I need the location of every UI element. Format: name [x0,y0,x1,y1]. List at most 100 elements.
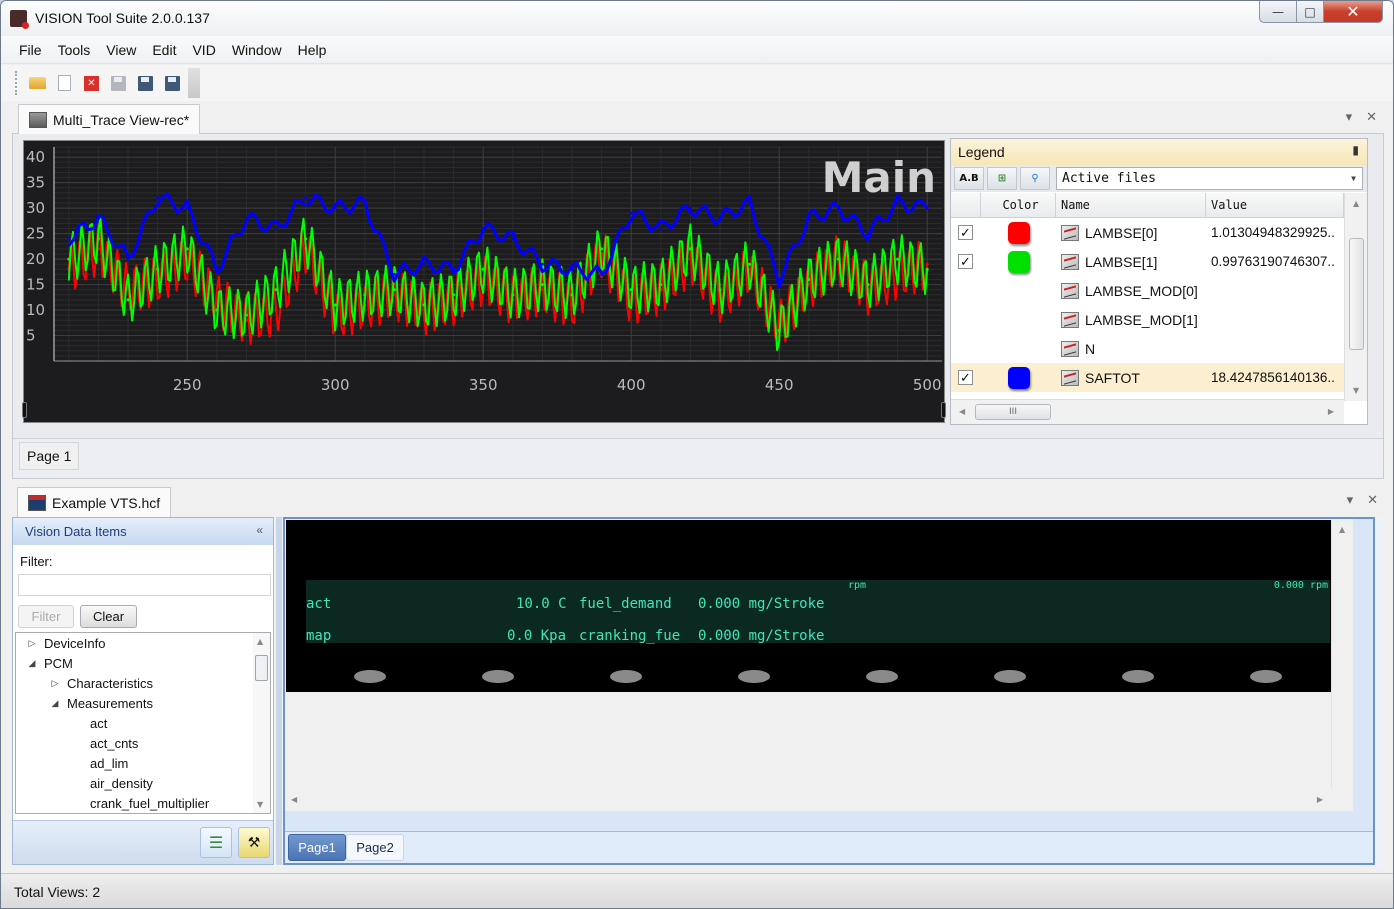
legend-vertical-scrollbar[interactable]: ▲ ▼ [1344,193,1367,401]
vts-soft-button[interactable] [866,670,898,683]
scroll-left-icon[interactable]: ◀ [291,795,297,804]
tree-node[interactable]: crank_fuel_multiplier [16,793,270,813]
tree-node[interactable]: act_cnts [16,733,270,753]
tab-page1[interactable]: Page1 [288,834,346,861]
tree-node[interactable]: ▷ Characteristics [16,673,270,693]
collapse-icon[interactable]: ◢ [47,698,63,709]
scroll-down-icon[interactable]: ▼ [1353,386,1359,395]
legend-row[interactable]: ✓ LAMBSE[1] 0.99763190746307.. [951,247,1344,276]
save-button[interactable] [105,71,132,95]
tab-example-vts[interactable]: Example VTS.hcf [17,487,172,517]
hscroll-thumb[interactable]: III [975,404,1051,420]
menu-window[interactable]: Window [224,42,290,58]
title-bar: VISION Tool Suite 2.0.0.137 — □ ✕ [1,1,1393,35]
menu-edit[interactable]: Edit [144,42,184,58]
tab-page2[interactable]: Page2 [346,834,404,861]
col-value[interactable]: Value [1206,193,1344,217]
menu-tools[interactable]: Tools [50,42,99,58]
data-point [244,216,248,220]
scroll-right-icon[interactable]: ▶ [1328,407,1334,416]
color-swatch[interactable] [1007,221,1030,244]
scroll-up-icon[interactable]: ▲ [1353,199,1359,208]
color-swatch[interactable] [1007,250,1030,273]
save-all-button[interactable] [159,71,186,95]
left-range-handle[interactable] [22,402,27,418]
legend-row[interactable]: LAMBSE_MOD[0] [951,276,1344,305]
vts-soft-button[interactable] [738,670,770,683]
menu-vid[interactable]: VID [184,42,223,58]
legend-horizontal-scrollbar[interactable]: ◀ III ▶ [951,399,1344,424]
collapse-icon[interactable]: « [256,523,263,537]
color-swatch[interactable] [1007,366,1030,389]
tree-node[interactable]: ad_lim [16,753,270,773]
scroll-thumb[interactable] [255,655,268,681]
menu-file[interactable]: File [11,42,50,58]
doc-close-icon[interactable]: ✕ [1367,493,1378,508]
open-button[interactable] [24,71,51,95]
vts-horizontal-scrollbar[interactable]: ◀ ▶ [285,789,1353,811]
signal-name: SAFTOT [1085,369,1140,386]
pin-icon[interactable]: ▮ [1352,143,1359,157]
clear-button[interactable]: Clear [80,605,137,628]
tab-page-1[interactable]: Page 1 [19,442,80,470]
visibility-checkbox[interactable]: ✓ [958,254,973,269]
tree-node[interactable]: ◢ Measurements [16,693,270,713]
ab-toggle-button[interactable]: A.B [954,167,984,190]
filter-button[interactable]: Filter [18,605,74,628]
tree-view-button[interactable]: ⊞ [987,167,1017,190]
new-button[interactable] [51,71,78,95]
toolbar-overflow-button[interactable] [188,68,200,98]
close-file-button[interactable]: ✕ [78,71,105,95]
doc-dropdown-icon[interactable]: ▾ [1346,110,1353,125]
search-button[interactable]: ⚲ [1020,167,1050,190]
right-range-handle[interactable] [941,402,946,418]
trace-view-icon [29,111,47,128]
maximize-button[interactable]: □ [1296,1,1324,23]
tree-node[interactable]: ◢ PCM [16,653,270,673]
vts-soft-button[interactable] [354,670,386,683]
vts-soft-button[interactable] [610,670,642,683]
menu-view[interactable]: View [98,42,144,58]
doc-close-icon[interactable]: ✕ [1366,110,1377,125]
scroll-up-icon[interactable]: ▲ [257,637,263,646]
minimize-button[interactable]: — [1259,1,1297,23]
tree-node[interactable]: act [16,713,270,733]
vts-soft-button[interactable] [482,670,514,683]
scroll-down-icon[interactable]: ▼ [257,800,263,809]
tab-multi-trace-view[interactable]: Multi_Trace View-rec* [18,104,201,134]
vts-soft-button[interactable] [994,670,1026,683]
toolbar-grip[interactable] [15,71,18,95]
tools-button[interactable]: ⚒ [238,827,270,858]
visibility-checkbox[interactable]: ✓ [958,225,973,240]
menu-help[interactable]: Help [290,42,335,58]
scroll-left-icon[interactable]: ◀ [959,407,965,416]
col-color[interactable]: Color [981,193,1056,217]
scroll-thumb[interactable] [1349,238,1364,350]
vts-soft-button[interactable] [1122,670,1154,683]
tree-scrollbar[interactable]: ▲ ▼ [253,633,270,813]
close-button[interactable]: ✕ [1323,1,1383,23]
legend-row[interactable]: ✓ SAFTOT 18.4247856140136.. [951,363,1344,392]
tree-node[interactable]: air_density [16,773,270,793]
data-point [333,206,337,210]
legend-row[interactable]: N [951,334,1344,363]
col-name[interactable]: Name [1056,193,1206,217]
trace-chart[interactable]: 5 10 15 20 25 30 35 40 250 300 350 400 450 500 Main [22,140,946,423]
list-view-button[interactable]: ☰ [200,827,232,858]
legend-row[interactable]: LAMBSE_MOD[1] [951,305,1344,334]
scroll-right-icon[interactable]: ▶ [1317,795,1323,804]
vts-soft-button[interactable] [1250,670,1282,683]
save-as-button[interactable] [132,71,159,95]
visibility-checkbox[interactable]: ✓ [958,370,973,385]
expand-icon[interactable]: ▷ [47,678,63,689]
collapse-icon[interactable]: ◢ [24,658,40,669]
legend-row[interactable]: ✓ LAMBSE[0] 1.01304948329925.. [951,218,1344,247]
filter-input[interactable] [18,574,271,596]
doc-dropdown-icon[interactable]: ▾ [1347,493,1354,508]
vts-vertical-scrollbar[interactable]: ▲ ▼ [1331,519,1353,811]
file-filter-select[interactable]: Active files ▼ [1056,167,1363,190]
expand-icon[interactable]: ▷ [24,638,40,649]
scroll-up-icon[interactable]: ▲ [1339,525,1345,534]
panel-splitter[interactable] [276,517,282,865]
tree-node[interactable]: ▷ DeviceInfo [16,633,270,653]
